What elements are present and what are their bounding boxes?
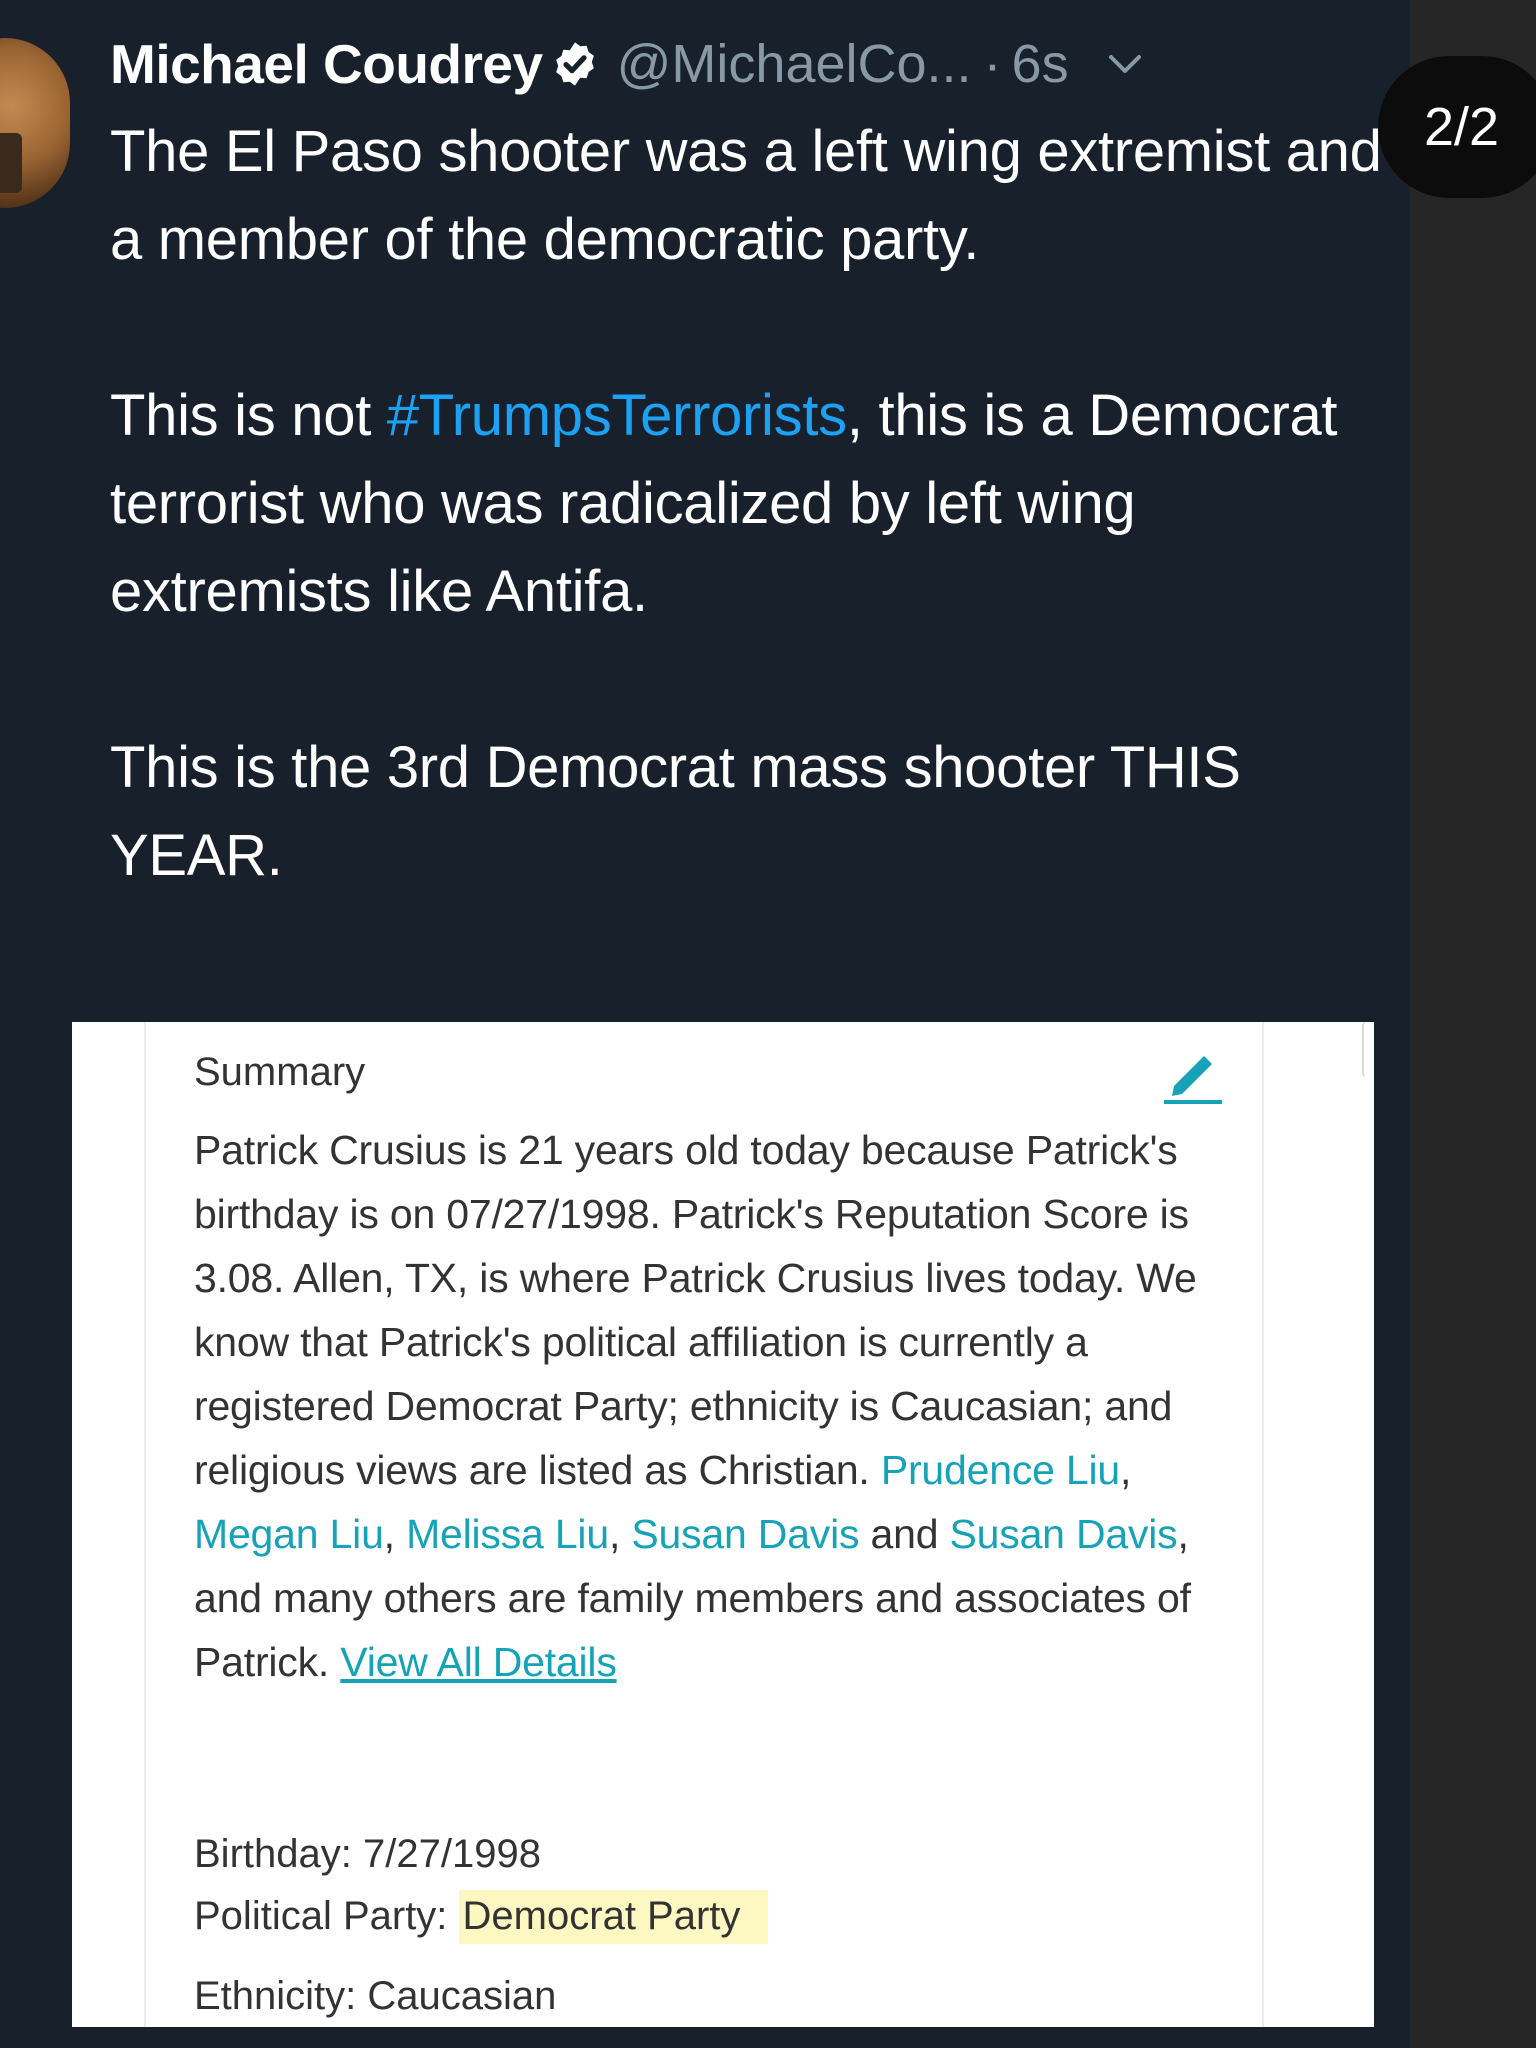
ethnicity-value: Caucasian <box>367 1974 557 2018</box>
avatar[interactable] <box>0 38 70 208</box>
relative-link[interactable]: Susan Davis <box>631 1511 859 1557</box>
ethnicity-label: Ethnicity: <box>194 1974 357 2018</box>
comma-separator: , <box>383 1511 407 1557</box>
separator-dot: · <box>983 34 1002 94</box>
tweet-time[interactable]: 6s <box>1012 33 1069 95</box>
tweet-paragraph-1: The El Paso shooter was a left wing extr… <box>110 119 1382 272</box>
comma-separator: , <box>608 1511 632 1557</box>
card-scrollbar <box>1362 1022 1372 1077</box>
tweet-paragraph-3: This is the 3rd Democrat mass shooter TH… <box>110 735 1241 888</box>
political-party-value: Democrat Party <box>458 1890 769 1944</box>
summary-text: Patrick Crusius is 21 years old today be… <box>194 1118 1254 1694</box>
tweet: Michael Coudrey @MichaelCo... · 6s The E… <box>0 0 1410 2048</box>
birthday-label: Birthday: <box>194 1832 352 1876</box>
birthday-field: Birthday: 7/27/1998 <box>194 1832 541 1877</box>
view-all-details-link[interactable]: View All Details <box>340 1639 617 1685</box>
ethnicity-field: Ethnicity: Caucasian <box>194 1974 556 2019</box>
chevron-down-icon[interactable] <box>1105 49 1145 79</box>
and-separator: and <box>859 1511 950 1557</box>
user-handle[interactable]: @MichaelCo... <box>617 33 972 95</box>
card-right-border <box>1262 1022 1264 2027</box>
hashtag-link[interactable]: #TrumpsTerrorists <box>387 383 847 448</box>
verified-badge-icon <box>555 42 594 86</box>
political-party-label: Political Party: <box>194 1894 448 1938</box>
card-left-border <box>144 1022 146 2027</box>
right-background-strip <box>1410 0 1536 2048</box>
page-counter-badge: 2/2 <box>1378 56 1536 198</box>
relative-link[interactable]: Prudence Liu <box>881 1447 1120 1493</box>
relative-link[interactable]: Susan Davis <box>950 1511 1178 1557</box>
comma-separator: , <box>1120 1447 1132 1493</box>
display-name[interactable]: Michael Coudrey <box>110 32 543 96</box>
tweet-header: Michael Coudrey @MichaelCo... · 6s <box>110 26 1145 102</box>
avatar-detail <box>0 133 22 193</box>
relative-link[interactable]: Melissa Liu <box>406 1511 609 1557</box>
tweet-paragraph-2: This is not #TrumpsTerrorists, this is a… <box>110 372 1390 636</box>
tweet-text: The El Paso shooter was a left wing extr… <box>110 108 1390 900</box>
birthday-value: 7/27/1998 <box>362 1832 541 1876</box>
paragraph-2-start: This is not <box>110 383 387 448</box>
embedded-screenshot-card[interactable]: Summary Patrick Crusius is 21 years old … <box>72 1022 1374 2027</box>
summary-text-start: Patrick Crusius is 21 years old today be… <box>194 1127 1197 1493</box>
relative-link[interactable]: Megan Liu <box>194 1511 384 1557</box>
summary-title: Summary <box>194 1050 366 1094</box>
political-party-field: Political Party: Democrat Party <box>194 1890 769 1944</box>
pencil-icon[interactable] <box>1160 1044 1226 1104</box>
